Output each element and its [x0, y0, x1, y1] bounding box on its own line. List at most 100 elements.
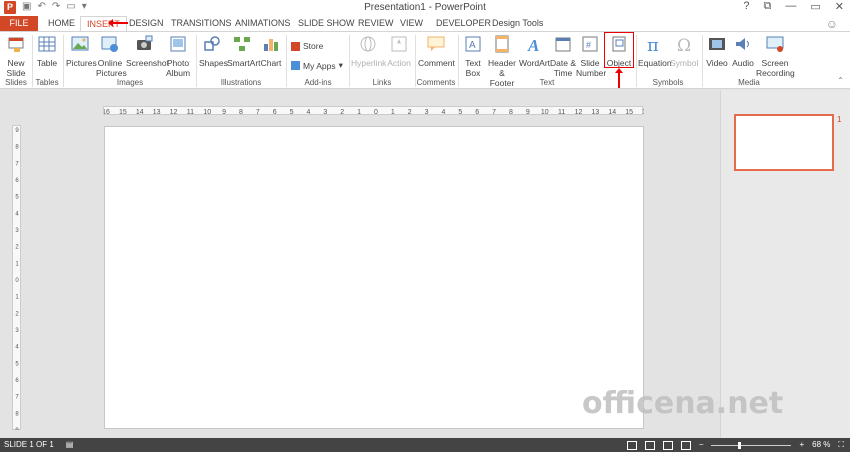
symbol-button[interactable]: Ω Symbol [670, 34, 698, 68]
ribbon-display-options-icon[interactable]: ⧉ [764, 0, 772, 13]
minimize-icon[interactable]: — [785, 0, 796, 13]
ruler-tick-label: 13 [591, 109, 599, 115]
ruler-tick-label: 14 [608, 109, 616, 115]
spell-check-icon[interactable]: ▤ [66, 438, 74, 452]
ruler-tick-label: 6 [273, 109, 277, 115]
zoom-out-icon[interactable]: − [699, 438, 704, 452]
vertical-ruler: 9 8 7 6 5 4 3 2 1 0 1 2 3 4 5 6 7 8 9 [12, 125, 21, 430]
ruler-tick-label: 8 [509, 109, 513, 115]
tab-animations[interactable]: ANIMATIONS [235, 16, 290, 31]
annotation-arrow-insert [108, 19, 128, 27]
tab-developer[interactable]: DEVELOPER [436, 16, 491, 31]
video-icon [709, 38, 725, 50]
ruler-tick-label: 12 [575, 109, 583, 115]
video-button[interactable]: Video [705, 34, 729, 68]
slide-sorter-view-icon[interactable] [644, 440, 655, 450]
zoom-slider-thumb[interactable] [737, 441, 741, 449]
ruler-tick-label: 5 [15, 195, 19, 201]
ruler-tick-label: 4 [307, 109, 311, 115]
slide-thumbnail-number: 1 [837, 115, 842, 124]
tab-review[interactable]: REVIEW [358, 16, 394, 31]
zoom-in-icon[interactable]: + [799, 438, 804, 452]
tab-slide-show[interactable]: SLIDE SHOW [298, 16, 355, 31]
group-label-addins: Add-ins [304, 78, 332, 87]
slide-number-button[interactable]: # Slide Number [576, 34, 606, 78]
date-time-button[interactable]: Date & Time [550, 34, 576, 78]
pictures-button[interactable]: Pictures [66, 34, 97, 68]
calendar-icon [555, 37, 571, 52]
wordart-button[interactable]: A WordArt [519, 34, 550, 68]
screenshot-button[interactable]: Screenshot [126, 34, 169, 68]
new-slide-button[interactable]: New Slide [3, 34, 29, 78]
store-button[interactable]: Store [291, 41, 323, 51]
ruler-tick-label: 9 [15, 128, 19, 134]
reading-view-icon[interactable] [662, 440, 673, 450]
slide-number-icon: # [582, 36, 598, 52]
smartart-button[interactable]: SmartArt [227, 34, 261, 68]
tab-file[interactable]: FILE [0, 16, 38, 31]
account-icon[interactable]: ☺ [826, 17, 838, 31]
ruler-tick-label: 3 [15, 328, 19, 334]
svg-text:Ω: Ω [677, 36, 691, 54]
ruler-tick-label: 0 [374, 109, 378, 115]
close-icon[interactable]: ✕ [835, 0, 844, 13]
tab-view[interactable]: VIEW [400, 16, 423, 31]
my-apps-icon [291, 61, 300, 70]
ruler-tick-label: 2 [15, 311, 19, 317]
restore-icon[interactable]: ▭ [810, 0, 820, 13]
ruler-tick-label: 3 [15, 228, 19, 234]
table-button[interactable]: Table [35, 34, 59, 68]
fit-to-window-icon[interactable]: ⛶ [838, 438, 844, 452]
separator [702, 35, 703, 87]
ruler-tick-label: 13 [153, 109, 161, 115]
separator [286, 35, 287, 87]
normal-view-icon[interactable] [626, 440, 637, 450]
photo-album-button[interactable]: Photo Album [164, 34, 192, 78]
tab-transitions[interactable]: TRANSITIONS [171, 16, 232, 31]
separator [63, 35, 64, 87]
ribbon-insert: New Slide Slides Table Tables Pictures O… [0, 31, 850, 89]
tab-design-tools[interactable]: Design Tools [492, 16, 543, 31]
equation-button[interactable]: π Equation [638, 34, 672, 68]
group-label-symbols: Symbols [652, 78, 684, 87]
comment-button[interactable]: Comment [418, 34, 455, 68]
screenshot-icon [137, 35, 153, 50]
my-apps-button[interactable]: My Apps ▾ [291, 60, 343, 71]
screen-recording-icon [766, 36, 784, 52]
zoom-level[interactable]: 68 % [812, 438, 830, 452]
ruler-tick-label: 0 [15, 278, 19, 284]
ruler-tick-label: 14 [136, 109, 144, 115]
text-box-button[interactable]: A Text Box [461, 34, 485, 78]
ruler-tick-label: 11 [187, 109, 194, 115]
audio-button[interactable]: Audio [730, 34, 756, 68]
collapse-ribbon-icon[interactable]: ⌃ [837, 76, 844, 85]
action-icon [391, 36, 407, 52]
chart-button[interactable]: Chart [259, 34, 283, 68]
svg-text:#: # [586, 40, 591, 50]
slide-count-status: SLIDE 1 OF 1 [4, 440, 54, 449]
slide-canvas[interactable] [104, 126, 644, 429]
action-button[interactable]: Action [386, 34, 412, 68]
shapes-button[interactable]: Shapes [199, 34, 228, 68]
pictures-icon [71, 36, 89, 51]
ruler-tick-label: 8 [15, 145, 19, 151]
zoom-slider[interactable] [711, 441, 792, 449]
slide-show-view-icon[interactable] [680, 440, 691, 450]
text-box-icon: A [465, 36, 481, 52]
pi-icon: π [647, 35, 659, 56]
hyperlink-button[interactable]: Hyperlink [351, 34, 386, 68]
ruler-tick-label: 11 [558, 109, 565, 115]
ruler-tick-label: 6 [475, 109, 479, 115]
slide-thumbnail[interactable] [734, 114, 834, 171]
ruler-tick-label: 4 [15, 345, 19, 351]
tab-design[interactable]: DESIGN [129, 16, 164, 31]
help-icon[interactable]: ? [743, 0, 749, 13]
speaker-icon [736, 38, 749, 50]
tab-home[interactable]: HOME [48, 16, 75, 31]
online-pictures-button[interactable]: Online Pictures [96, 34, 127, 78]
screen-recording-button[interactable]: Screen Recording [756, 34, 795, 78]
group-label-tables: Tables [35, 78, 59, 87]
photo-album-icon [170, 36, 186, 52]
chart-icon [264, 39, 278, 51]
ruler-tick-label: 15 [625, 109, 633, 115]
